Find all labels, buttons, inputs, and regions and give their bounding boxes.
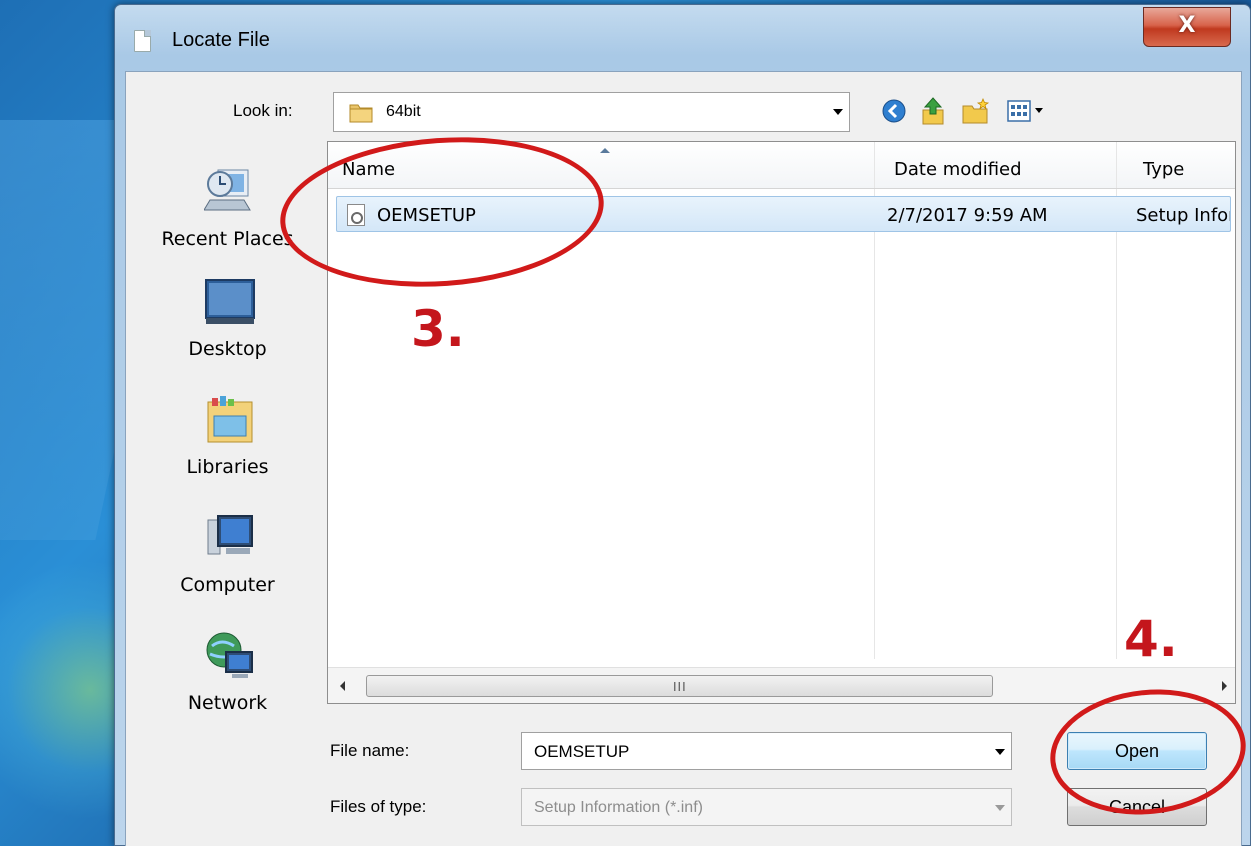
look-in-dropdown[interactable]: 64bit [333, 92, 850, 132]
column-gridline [874, 189, 875, 659]
document-icon [134, 30, 151, 52]
file-date-cell: 2/7/2017 9:59 AM [887, 205, 1048, 226]
look-in-label: Look in: [233, 101, 293, 120]
annotation-step-3: 3. [411, 300, 465, 358]
place-label: Network [187, 692, 268, 714]
place-label: Computer [180, 574, 275, 596]
chevron-down-icon[interactable] [995, 805, 1005, 811]
desktop-icon [205, 279, 255, 324]
place-label: Desktop [188, 338, 267, 360]
computer-icon [207, 515, 253, 555]
back-icon[interactable] [881, 98, 907, 124]
files-of-type-value: Setup Information (*.inf) [534, 799, 703, 816]
column-gridline [1116, 189, 1117, 659]
files-of-type-dropdown[interactable]: Setup Information (*.inf) [521, 788, 1012, 826]
file-name-label: File name: [330, 741, 410, 760]
column-divider[interactable] [874, 142, 875, 188]
window-title: Locate File [172, 29, 270, 51]
place-label: Libraries [186, 456, 269, 478]
place-libraries[interactable]: Libraries [140, 382, 315, 492]
files-of-type-label: Files of type: [330, 797, 427, 816]
annotation-step-4: 4. [1124, 610, 1178, 668]
scroll-left-icon[interactable] [340, 681, 345, 691]
file-name-input[interactable]: OEMSETUP [521, 732, 1012, 770]
recent-places-icon [204, 169, 251, 211]
up-folder-icon[interactable] [919, 96, 947, 126]
view-menu-icon[interactable] [1007, 99, 1047, 123]
chevron-down-icon[interactable] [833, 109, 843, 115]
new-folder-icon[interactable] [961, 98, 991, 126]
place-network[interactable]: Network [140, 618, 315, 728]
sort-ascending-icon [600, 148, 610, 153]
place-computer[interactable]: Computer [140, 500, 315, 610]
file-name-value: OEMSETUP [534, 742, 630, 761]
look-in-value: 64bit [386, 103, 421, 120]
folder-icon [349, 104, 373, 123]
horizontal-scrollbar[interactable]: III [328, 667, 1235, 703]
libraries-icon [207, 396, 253, 443]
network-icon [206, 632, 253, 678]
close-button[interactable]: X [1143, 7, 1231, 47]
scroll-right-icon[interactable] [1222, 681, 1227, 691]
place-desktop[interactable]: Desktop [140, 264, 315, 374]
scroll-grip: III [673, 680, 687, 694]
column-divider[interactable] [1116, 142, 1117, 188]
title-bar[interactable]: Locate File X [115, 5, 1250, 71]
column-header-type[interactable]: Type [1143, 142, 1184, 189]
file-type-cell: Setup Information [1136, 205, 1230, 226]
scroll-thumb[interactable]: III [366, 675, 993, 697]
chevron-down-icon[interactable] [995, 749, 1005, 755]
column-header-date-modified[interactable]: Date modified [894, 142, 1022, 189]
